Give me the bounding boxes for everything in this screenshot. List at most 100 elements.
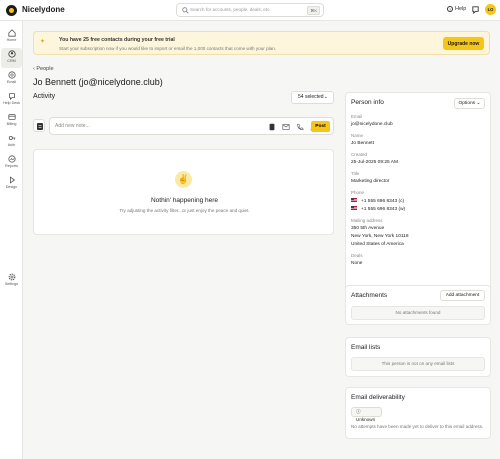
sidebar-item-label: Help Desk: [2, 101, 20, 105]
sidebar-item-label: CRM: [7, 59, 16, 63]
note-composer: Add new note... Post: [33, 117, 334, 135]
sidebar-item-email[interactable]: Email: [1, 69, 22, 89]
options-label: Options: [458, 101, 476, 106]
avatar[interactable]: LO: [485, 4, 496, 15]
auth-icon: [8, 136, 15, 140]
person-info-card: Person info Options ⌄ Email jo@nicelydon…: [345, 92, 491, 293]
mail-icon[interactable]: [282, 123, 290, 131]
empty-title: Nothin' happening here: [150, 197, 218, 204]
deals-label: Deals: [351, 253, 363, 258]
email-lists-card: Email lists This person is not on any em…: [345, 337, 491, 377]
phone-icon[interactable]: [296, 123, 304, 131]
chevron-down-icon: ⌄: [323, 94, 328, 100]
deliverability-heading: Email deliverability: [351, 394, 405, 401]
note-placeholder: Add new note...: [55, 123, 90, 129]
banner-title: You have 25 free contacts during your fr…: [59, 37, 175, 43]
deliverability-card: Email deliverability ⓘ Unknown No attemp…: [345, 387, 491, 439]
note-tool-icon[interactable]: [268, 123, 276, 131]
search-shortcut: ⌘K: [307, 6, 320, 15]
email-lists-heading: Email lists: [351, 344, 381, 351]
title-label: Title: [351, 171, 360, 176]
trial-banner: ✦ You have 25 free contacts during your …: [33, 31, 490, 55]
note-type-button[interactable]: [33, 119, 45, 132]
person-info-heading: Person info: [351, 99, 384, 106]
title-value[interactable]: Marketing director: [351, 179, 389, 184]
app-name: Nicelydone: [22, 5, 65, 14]
help-button[interactable]: ? Help: [447, 6, 466, 12]
note-icon: [37, 123, 43, 130]
chevron-down-icon: ⌄: [476, 101, 481, 106]
phone-1[interactable]: +1 555 696 8343 (c): [351, 198, 404, 204]
address-line-2: New York, New York 10118: [351, 234, 409, 239]
home-icon: [7, 29, 16, 37]
sidebar-item-home[interactable]: Home: [1, 27, 22, 47]
peace-hand-icon: ✌: [175, 171, 192, 188]
email-icon: [7, 71, 16, 79]
email-label: Email: [351, 114, 363, 119]
helpdesk-icon: [8, 93, 15, 100]
us-flag-icon: [351, 198, 357, 202]
sidebar-item-billing[interactable]: Billing: [1, 111, 22, 131]
sidebar-item-label: Email: [6, 80, 17, 84]
help-label: Help: [455, 6, 467, 12]
status-badge-label: Unknown: [356, 417, 376, 422]
breadcrumb-label: People: [36, 66, 54, 72]
sidebar-item-label: Billing: [6, 122, 17, 126]
reports-icon: [7, 155, 16, 163]
upgrade-button[interactable]: Upgrade now: [443, 37, 484, 50]
activity-empty-state: ✌ Nothin' happening here Try adjusting t…: [33, 149, 334, 235]
status-badge: ⓘ Unknown: [351, 407, 382, 422]
activity-heading: Activity: [33, 93, 56, 100]
name-value[interactable]: Jo Bennett: [351, 141, 374, 146]
post-button[interactable]: Post: [311, 121, 330, 132]
logo-icon[interactable]: [6, 5, 17, 16]
email-value[interactable]: jo@nicelydone.club: [351, 122, 393, 127]
search-placeholder: Search for accounts, people, deals, etc.: [190, 7, 271, 12]
address-line-3: United States of America: [351, 242, 404, 247]
sidebar-item-label: Settings: [4, 282, 19, 286]
deliverability-note: No attempts have been made yet to delive…: [351, 424, 484, 429]
breadcrumb[interactable]: ‹ People: [33, 66, 54, 72]
banner-text: Start your subscription now if you would…: [59, 46, 277, 51]
sidebar-item-crm[interactable]: CRM: [1, 48, 22, 68]
sidebar-item-reports[interactable]: Reports: [1, 153, 22, 173]
search-input[interactable]: Search for accounts, people, deals, etc.…: [176, 3, 324, 17]
info-icon: ⓘ: [356, 409, 361, 414]
chat-icon[interactable]: [471, 5, 480, 14]
top-bar: Nicelydone Search for accounts, people, …: [0, 0, 500, 21]
note-input[interactable]: Add new note... Post: [49, 117, 334, 135]
attachments-empty: No attachments found: [351, 306, 485, 320]
attachments-heading: Attachments: [351, 292, 388, 299]
phone-2-value: +1 555 696 8343 (w): [361, 207, 406, 212]
us-flag-icon: [351, 206, 357, 210]
created-value: 25-Jul-2025 09:25 AM: [351, 160, 398, 165]
attachments-card: Attachments Add attachment No attachment…: [345, 285, 491, 325]
phone-1-value: +1 555 696 8343 (c): [361, 199, 405, 204]
options-button[interactable]: Options ⌄: [454, 98, 485, 109]
deals-value: None: [351, 261, 363, 266]
sidebar: Home CRM Email Help Desk Billing Auth Re…: [0, 21, 23, 459]
main-content: ✦ You have 25 free contacts during your …: [23, 21, 500, 459]
sidebar-item-design[interactable]: Design: [1, 174, 22, 194]
email-lists-empty: This person is not on any email lists: [351, 357, 485, 371]
sidebar-item-label: Home: [6, 38, 17, 42]
gear-icon: [8, 273, 15, 281]
phone-label: Phone: [351, 190, 365, 195]
search-icon: [182, 7, 189, 14]
sidebar-item-settings[interactable]: Settings: [1, 271, 22, 291]
billing-icon: [7, 114, 16, 120]
design-icon: [9, 176, 15, 184]
crm-icon: [7, 50, 16, 58]
activity-filter-select[interactable]: 54 selected ⌄: [291, 91, 334, 104]
address-label: Mailing address: [351, 218, 383, 223]
sidebar-item-label: Auth: [7, 143, 16, 147]
sidebar-item-help-desk[interactable]: Help Desk: [1, 90, 22, 110]
sidebar-item-auth[interactable]: Auth: [1, 132, 22, 152]
phone-2[interactable]: +1 555 696 8343 (w): [351, 206, 405, 212]
add-attachment-button[interactable]: Add attachment: [440, 290, 485, 301]
sidebar-item-label: Reports: [5, 164, 18, 168]
address-line-1: 350 5th Avenue: [351, 226, 385, 231]
star-icon: ✦: [40, 39, 46, 45]
activity-filter-value: 54 selected: [298, 94, 324, 100]
created-label: Created: [351, 152, 368, 157]
